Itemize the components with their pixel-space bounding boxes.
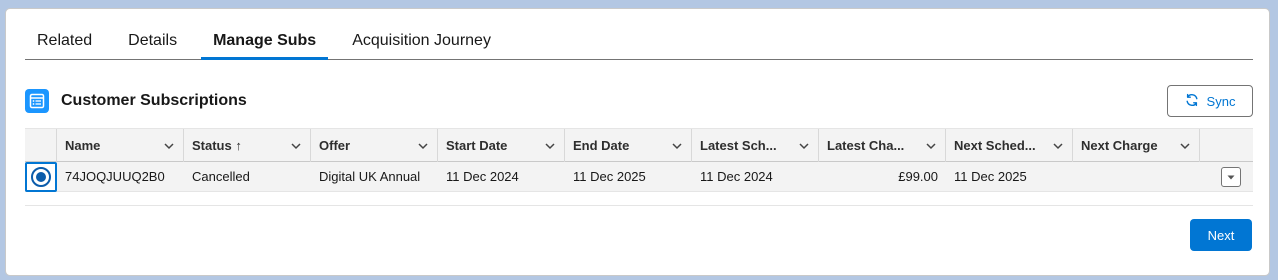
sync-label: Sync — [1206, 93, 1236, 109]
column-label: Status — [192, 138, 232, 153]
cell-offer: Digital UK Annual — [319, 169, 421, 184]
tab-manage-subs[interactable]: Manage Subs — [201, 27, 329, 60]
chevron-down-icon[interactable] — [925, 140, 937, 152]
cell-end-date: 11 Dec 2025 — [573, 169, 646, 184]
sort-ascending-icon: ↑ — [235, 138, 242, 153]
cell-latest-scheduled: 11 Dec 2024 — [700, 169, 773, 184]
column-label: Latest Cha... — [827, 138, 905, 153]
actions-column-header — [1200, 129, 1253, 162]
column-label: Start Date — [446, 138, 508, 153]
cell-next-scheduled: 11 Dec 2025 — [954, 169, 1027, 184]
chevron-down-icon — [1227, 175, 1235, 179]
cell-latest-charge: £99.00 — [898, 169, 938, 184]
chevron-down-icon[interactable] — [544, 140, 556, 152]
chevron-down-icon[interactable] — [163, 140, 175, 152]
section-title: Customer Subscriptions — [61, 92, 247, 109]
column-label: Next Sched... — [954, 138, 1036, 153]
tab-label: Acquisition Journey — [352, 32, 491, 49]
cell-name: 74JOQJUUQ2B0 — [65, 169, 165, 184]
column-header-next-scheduled[interactable]: Next Sched... — [946, 129, 1073, 162]
tab-acquisition-journey[interactable]: Acquisition Journey — [340, 27, 503, 59]
column-header-offer[interactable]: Offer — [311, 129, 438, 162]
cell-status: Cancelled — [192, 169, 250, 184]
refresh-icon — [1185, 93, 1199, 110]
row-actions-button[interactable] — [1221, 166, 1241, 187]
radio-selected-dot — [36, 171, 46, 182]
radio-button[interactable] — [31, 166, 51, 187]
tab-details[interactable]: Details — [116, 27, 189, 59]
row-select-radio[interactable] — [25, 161, 57, 192]
chevron-down-icon[interactable] — [290, 140, 302, 152]
column-label: Next Charge — [1081, 138, 1158, 153]
select-column-header — [25, 129, 57, 162]
tab-label: Manage Subs — [213, 32, 317, 49]
next-button[interactable]: Next — [1190, 219, 1252, 251]
column-header-latest-charge[interactable]: Latest Cha... — [819, 129, 946, 162]
chevron-down-icon[interactable] — [671, 140, 683, 152]
column-header-next-charge[interactable]: Next Charge — [1073, 129, 1200, 162]
cell-row-actions — [1200, 166, 1253, 187]
column-header-latest-scheduled[interactable]: Latest Sch... — [692, 129, 819, 162]
chevron-down-icon[interactable] — [1052, 140, 1064, 152]
table-header-row: Name Status ↑ Offer Start Date End Date — [25, 128, 1253, 162]
table-row[interactable]: 74JOQJUUQ2B0 Cancelled Digital UK Annual… — [25, 161, 1253, 192]
subscriptions-card: Related Details Manage Subs Acquisition … — [5, 8, 1270, 276]
column-label: Latest Sch... — [700, 138, 777, 153]
next-label: Next — [1207, 227, 1235, 243]
subscriptions-table: Name Status ↑ Offer Start Date End Date — [25, 128, 1253, 192]
column-header-status[interactable]: Status ↑ — [184, 129, 311, 162]
table-list-icon — [25, 89, 49, 113]
chevron-down-icon[interactable] — [798, 140, 810, 152]
footer-divider — [25, 205, 1253, 206]
column-header-start-date[interactable]: Start Date — [438, 129, 565, 162]
cell-start-date: 11 Dec 2024 — [446, 169, 519, 184]
chevron-down-icon[interactable] — [417, 140, 429, 152]
tab-related[interactable]: Related — [25, 27, 104, 59]
column-label-group: Status ↑ — [192, 138, 242, 153]
sync-button[interactable]: Sync — [1167, 85, 1253, 117]
column-header-name[interactable]: Name — [57, 129, 184, 162]
column-label: Offer — [319, 138, 351, 153]
column-label: Name — [65, 138, 101, 153]
tab-bar: Related Details Manage Subs Acquisition … — [25, 27, 1253, 60]
chevron-down-icon[interactable] — [1179, 140, 1191, 152]
section-header: Customer Subscriptions — [25, 89, 247, 113]
column-header-end-date[interactable]: End Date — [565, 129, 692, 162]
column-label: End Date — [573, 138, 630, 153]
tab-label: Related — [37, 32, 93, 49]
tab-label: Details — [128, 32, 178, 49]
